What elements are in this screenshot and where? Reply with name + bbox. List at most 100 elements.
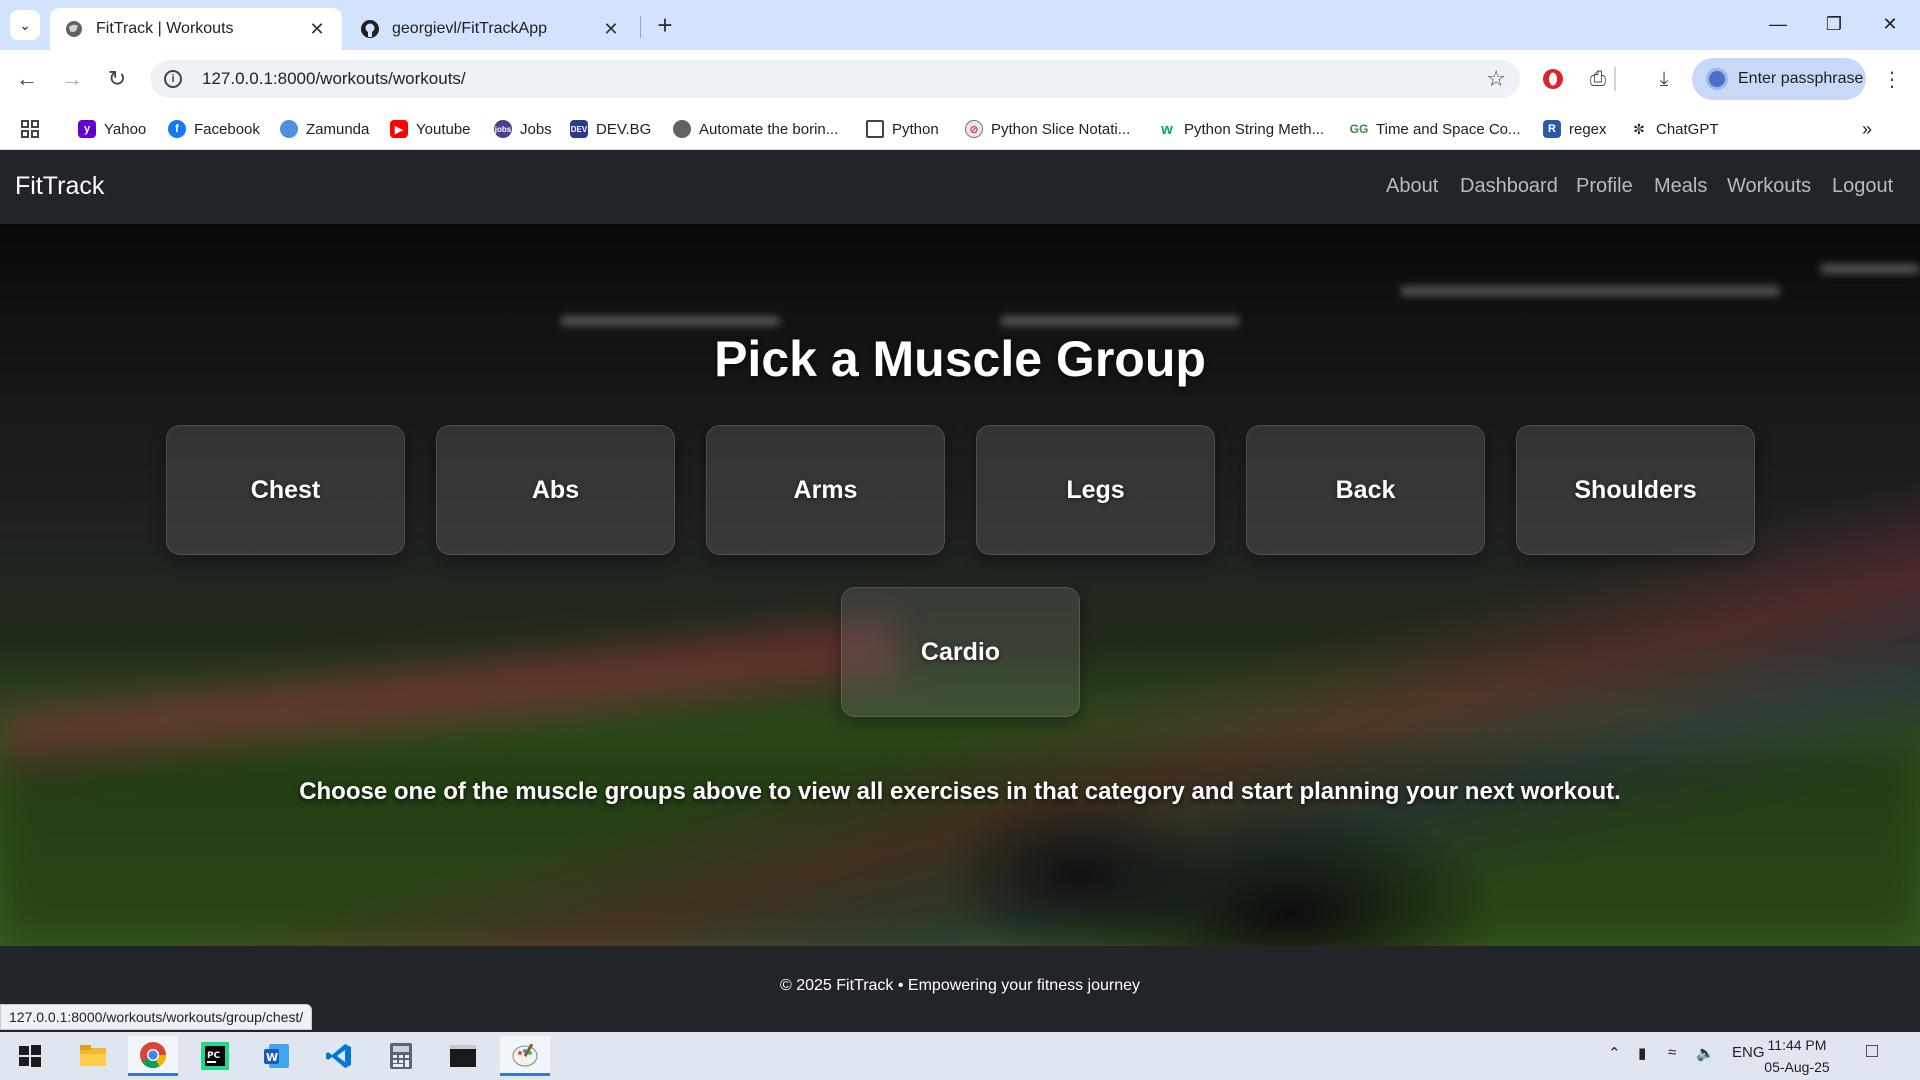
close-window-button[interactable]: ✕ — [1862, 0, 1918, 48]
more-menu-icon[interactable]: ⋮ — [1876, 63, 1908, 95]
opera-extension-icon[interactable] — [1537, 63, 1569, 95]
terminal-icon[interactable] — [438, 1036, 488, 1076]
tab-search-button[interactable]: ⌄ — [10, 10, 40, 40]
star-icon[interactable]: ☆ — [1486, 66, 1506, 92]
arrow-right-icon: → — [61, 66, 83, 91]
tab-separator — [640, 16, 641, 38]
bookmark-automate[interactable]: Automate the borin... — [673, 114, 838, 144]
word-icon[interactable]: W — [252, 1036, 302, 1076]
bookmark-label: Zamunda — [306, 120, 370, 138]
notifications-icon[interactable]: □ — [1866, 1040, 1878, 1063]
forward-button[interactable]: → — [55, 62, 89, 96]
plus-icon: + — [657, 9, 673, 40]
tab-title: FitTrack | Workouts — [96, 20, 234, 37]
youtube-icon: ▶ — [390, 120, 408, 138]
bookmark-yahoo[interactable]: y Yahoo — [78, 114, 146, 144]
minimize-button[interactable]: — — [1750, 0, 1806, 48]
muscle-group-cardio[interactable]: Cardio — [841, 587, 1080, 717]
bookmark-zamunda[interactable]: Zamunda — [280, 114, 369, 144]
address-url: 127.0.0.1:8000/workouts/workouts/ — [202, 69, 466, 88]
wifi-icon[interactable]: ≈ — [1668, 1044, 1676, 1061]
pycharm-icon[interactable]: PC — [190, 1036, 240, 1076]
extensions-icon[interactable]: ⎙ — [1582, 63, 1614, 95]
bookmark-label: Python Slice Notati... — [991, 120, 1131, 138]
zamunda-icon — [280, 120, 298, 138]
bookmark-label: Facebook — [194, 120, 260, 138]
muscle-group-chest[interactable]: Chest — [166, 425, 405, 555]
start-icon[interactable] — [5, 1036, 55, 1076]
close-icon[interactable]: ✕ — [306, 19, 328, 40]
toolbar-divider — [1614, 67, 1616, 91]
muscle-group-shoulders[interactable]: Shoulders — [1516, 425, 1755, 555]
reload-icon: ↻ — [107, 66, 127, 91]
site-brand[interactable]: FitTrack — [15, 172, 104, 201]
nav-logout[interactable]: Logout — [1832, 175, 1893, 198]
bookmark-regex[interactable]: Rregex — [1543, 114, 1607, 144]
nav-about[interactable]: About — [1386, 175, 1438, 198]
nav-dashboard[interactable]: Dashboard — [1460, 175, 1558, 198]
muscle-group-abs[interactable]: Abs — [436, 425, 675, 555]
chrome-icon[interactable] — [128, 1036, 178, 1076]
chatgpt-icon: ✼ — [1630, 120, 1648, 138]
bookmark-python-folder[interactable]: Python — [866, 114, 939, 144]
nav-profile[interactable]: Profile — [1576, 175, 1633, 198]
download-icon[interactable]: ⤓ — [1648, 63, 1680, 95]
bookmark-label: Time and Space Co... — [1376, 120, 1521, 138]
close-icon: ✕ — [1882, 13, 1898, 34]
new-tab-button[interactable]: + — [650, 10, 680, 40]
nav-workouts[interactable]: Workouts — [1727, 175, 1811, 198]
bookmarks-overflow-icon[interactable]: » — [1862, 114, 1872, 144]
bookmark-label: Python String Meth... — [1184, 120, 1325, 138]
clock-date: 05-Aug-25 — [1764, 1059, 1830, 1075]
bookmark-label: DEV.BG — [596, 120, 652, 138]
volume-icon[interactable]: 🔈 — [1696, 1044, 1715, 1062]
apps-grid-icon[interactable] — [20, 114, 40, 144]
tab-title: georgievl/FitTrackApp — [392, 20, 548, 37]
close-icon[interactable]: ✕ — [600, 19, 622, 40]
globe-icon — [673, 120, 691, 138]
regex-icon: R — [1543, 120, 1561, 138]
restore-button[interactable]: ❐ — [1806, 0, 1862, 48]
calculator-icon[interactable] — [376, 1036, 426, 1076]
bookmark-facebook[interactable]: f Facebook — [168, 114, 260, 144]
reload-button[interactable]: ↻ — [100, 62, 134, 96]
profile-passphrase-button[interactable]: Enter passphrase — [1692, 58, 1866, 100]
yahoo-icon: y — [78, 120, 96, 138]
bookmark-python-string[interactable]: w Python String Meth... — [1158, 114, 1324, 144]
tab-fittrack-workouts[interactable]: FitTrack | Workouts ✕ — [50, 8, 342, 50]
bookmark-python-slice[interactable]: ⊘ Python Slice Notati... — [965, 114, 1130, 144]
tab-github-fittrackapp[interactable]: georgievl/FitTrackApp ✕ — [346, 8, 636, 50]
facebook-icon: f — [168, 120, 186, 138]
site-info-icon[interactable]: i — [164, 70, 182, 88]
arrow-left-icon: ← — [16, 66, 38, 91]
bookmark-time-space[interactable]: GG Time and Space Co... — [1350, 114, 1521, 144]
chevron-up-icon[interactable]: ⌃ — [1608, 1044, 1621, 1062]
back-button[interactable]: ← — [10, 62, 44, 96]
python-icon: ⊘ — [965, 120, 983, 138]
muscle-group-legs[interactable]: Legs — [976, 425, 1215, 555]
jobs-icon: jobs — [494, 120, 512, 138]
passphrase-label: Enter passphrase — [1738, 70, 1864, 87]
vscode-icon[interactable] — [314, 1036, 364, 1076]
clock-time: 11:44 PM — [1767, 1037, 1827, 1053]
bookmark-youtube[interactable]: ▶ Youtube — [390, 114, 471, 144]
file-explorer-icon[interactable] — [68, 1036, 118, 1076]
system-clock[interactable]: 11:44 PM 05-Aug-25 — [1752, 1034, 1842, 1078]
bookmark-jobs[interactable]: jobs Jobs — [494, 114, 552, 144]
paint-icon[interactable] — [500, 1036, 550, 1076]
svg-text:PC: PC — [207, 1051, 221, 1061]
battery-icon[interactable]: ▮ — [1638, 1044, 1646, 1062]
svg-text:W: W — [266, 1051, 278, 1064]
muscle-group-arms[interactable]: Arms — [706, 425, 945, 555]
bookmark-devbg[interactable]: DEV DEV.BG — [570, 114, 651, 144]
nav-meals[interactable]: Meals — [1654, 175, 1707, 198]
bookmark-label: ChatGPT — [1656, 120, 1719, 138]
w3schools-icon: w — [1158, 120, 1176, 138]
bookmark-label: Jobs — [520, 120, 552, 138]
address-bar[interactable]: i 127.0.0.1:8000/workouts/workouts/ ☆ — [150, 60, 1520, 98]
globe-icon — [64, 19, 84, 39]
bookmark-chatgpt[interactable]: ✼ ChatGPT — [1630, 114, 1719, 144]
muscle-group-back[interactable]: Back — [1246, 425, 1485, 555]
bookmark-label: Yahoo — [104, 120, 147, 138]
chevron-down-icon: ⌄ — [19, 16, 31, 33]
